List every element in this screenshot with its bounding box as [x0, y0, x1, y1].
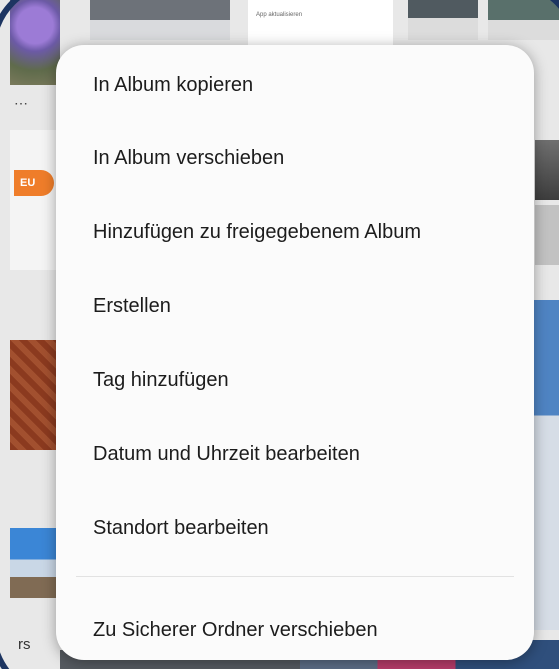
menu-divider — [76, 576, 514, 577]
notification-card[interactable]: App aktualisieren — [248, 0, 393, 46]
album-card[interactable] — [10, 130, 60, 270]
menu-item-add-to-shared-album[interactable]: Hinzufügen zu freigegebenem Album — [93, 221, 421, 244]
photo-thumbnail[interactable] — [535, 140, 559, 200]
menu-item-edit-location[interactable]: Standort bearbeiten — [93, 517, 269, 540]
album-label-partial: rs — [18, 636, 31, 653]
context-menu: In Album kopieren In Album verschieben H… — [56, 45, 534, 660]
more-options-icon[interactable]: ⋯ — [14, 95, 34, 115]
menu-item-edit-date-time[interactable]: Datum und Uhrzeit bearbeiten — [93, 443, 360, 466]
new-badge: EU — [14, 170, 54, 196]
photo-thumbnail-flower[interactable] — [10, 0, 60, 85]
menu-item-copy-to-album[interactable]: In Album kopieren — [93, 74, 253, 97]
menu-item-move-to-album[interactable]: In Album verschieben — [93, 147, 284, 170]
photo-thumbnail[interactable] — [530, 300, 559, 630]
photo-thumbnail[interactable] — [535, 205, 559, 265]
menu-item-move-to-secure-folder[interactable]: Zu Sicherer Ordner verschieben — [93, 619, 378, 642]
photo-thumbnail-brick[interactable] — [10, 340, 60, 450]
menu-item-add-tag[interactable]: Tag hinzufügen — [93, 369, 229, 392]
notification-text: App aktualisieren — [256, 12, 303, 18]
photo-thumbnail[interactable] — [408, 0, 478, 40]
menu-item-create[interactable]: Erstellen — [93, 295, 171, 318]
photo-thumbnail[interactable] — [488, 0, 559, 40]
photo-thumbnail-sky[interactable] — [10, 528, 60, 598]
gallery-screen: App aktualisieren ⋯ EU rs In Album kopie… — [0, 0, 559, 669]
photo-thumbnail[interactable] — [90, 0, 230, 40]
